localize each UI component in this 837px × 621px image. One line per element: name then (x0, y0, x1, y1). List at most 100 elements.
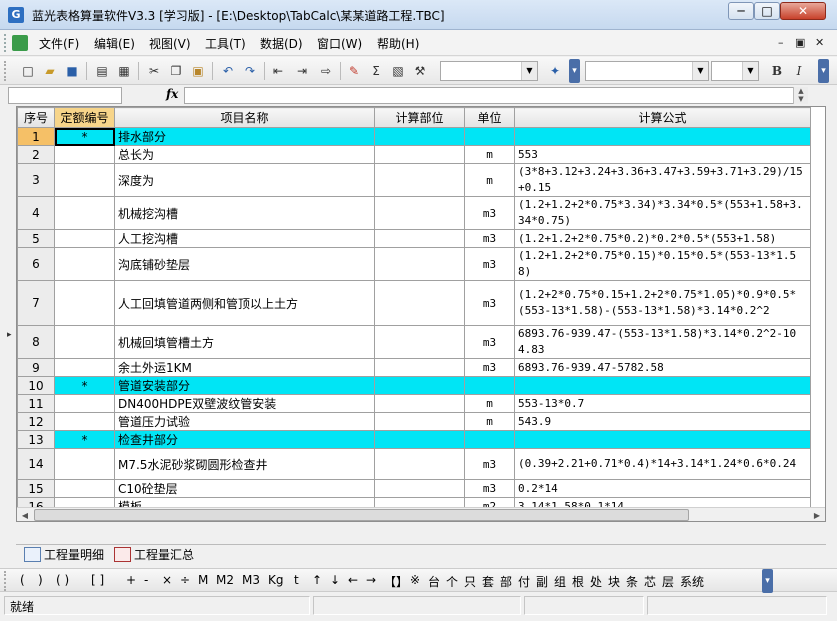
cell-quota[interactable] (54, 448, 115, 480)
cell-no[interactable]: 7 (17, 280, 55, 326)
cell-unit[interactable]: m3 (464, 479, 515, 498)
cell-no[interactable]: 14 (17, 448, 55, 480)
cell-part[interactable] (374, 280, 465, 326)
symbol-button[interactable]: 根 (572, 573, 584, 590)
section-row[interactable]: 10 * 管道安装部分 (17, 376, 811, 395)
symbol-button[interactable]: × (162, 573, 172, 587)
undo-icon[interactable]: ↶ (218, 61, 238, 81)
formula-spin-icon[interactable]: ▲ ▼ (793, 87, 808, 104)
cell-formula[interactable]: 6893.76-939.47-5782.58 (514, 358, 811, 377)
cell-formula[interactable]: 553-13*0.7 (514, 394, 811, 413)
cell-unit[interactable]: m3 (464, 448, 515, 480)
menu-view[interactable]: 视图(V) (149, 35, 191, 52)
cell-formula[interactable]: (1.2+2*0.75*0.15+1.2+2*0.75*1.05)*0.9*0.… (514, 280, 811, 326)
cell-name[interactable]: 人工回填管道两侧和管顶以上土方 (114, 280, 375, 326)
symbol-button[interactable]: ※ (410, 573, 420, 587)
cell-formula[interactable]: (1.2+1.2+2*0.75*0.15)*0.15*0.5*(553-13*1… (514, 247, 811, 281)
symbol-button[interactable]: 付 (518, 573, 530, 590)
cell-part[interactable] (374, 358, 465, 377)
cell-no[interactable]: 10 (17, 376, 55, 395)
menu-file[interactable]: 文件(F) (39, 35, 79, 52)
italic-button[interactable]: I (789, 61, 809, 81)
header-formula[interactable]: 计算公式 (514, 107, 811, 128)
mdi-restore-button[interactable]: ▣ (795, 36, 805, 49)
cell-name[interactable]: 检查井部分 (114, 430, 375, 449)
cell-unit[interactable]: m3 (464, 280, 515, 326)
open-folder-icon[interactable]: ▰ (40, 61, 60, 81)
font-size-combo[interactable]: ▼ (711, 61, 759, 81)
cell-part[interactable] (374, 394, 465, 413)
cell-no[interactable]: 3 (17, 163, 55, 197)
table-row[interactable]: 9 余土外运1KM m3 6893.76-939.47-5782.58 (17, 358, 811, 377)
toolbar-overflow-button[interactable]: ▾ (818, 59, 829, 83)
symbol-button[interactable]: M2 (216, 573, 234, 587)
minimize-button[interactable]: ─ (728, 2, 754, 20)
cell-unit[interactable]: m3 (464, 325, 515, 359)
symbol-button[interactable]: 层 (662, 573, 674, 590)
cell-no[interactable]: 4 (17, 196, 55, 230)
cell-no[interactable]: 8 (17, 325, 55, 359)
cell-name[interactable]: 深度为 (114, 163, 375, 197)
cell-no[interactable]: 5 (17, 229, 55, 248)
symbol-bar-grip[interactable] (4, 571, 7, 591)
table-row[interactable]: 5 人工挖沟槽 m3 (1.2+1.2+2*0.75*0.2)*0.2*0.5*(55… (17, 229, 811, 248)
table-row[interactable]: 2 总长为 m 553 (17, 145, 811, 164)
symbol-button[interactable]: 个 (446, 573, 458, 590)
cell-unit[interactable]: m3 (464, 247, 515, 281)
symbol-button[interactable]: ← (348, 573, 358, 587)
print-preview-icon[interactable]: ▤ (92, 61, 112, 81)
symbol-button[interactable]: + (126, 573, 136, 587)
symbol-button[interactable]: [ ] (91, 573, 104, 587)
tools-icon[interactable]: ⚒ (410, 61, 430, 81)
header-no[interactable]: 序号 (17, 107, 55, 128)
cell-quota[interactable] (54, 163, 115, 197)
cell-name[interactable]: 机械回填管槽土方 (114, 325, 375, 359)
cell-part[interactable] (374, 196, 465, 230)
symbol-button[interactable]: 块 (608, 573, 620, 590)
cell-formula[interactable]: (1.2+1.2+2*0.75*3.34)*3.34*0.5*(553+1.58… (514, 196, 811, 230)
menu-help[interactable]: 帮助(H) (377, 35, 419, 52)
table-row[interactable]: 12 管道压力试验 m 543.9 (17, 412, 811, 431)
style-combo[interactable]: ▼ (440, 61, 538, 81)
cell-quota[interactable] (54, 394, 115, 413)
cell-part[interactable] (374, 127, 465, 146)
symbol-button[interactable]: M3 (242, 573, 260, 587)
cell-unit[interactable]: m (464, 163, 515, 197)
calculator-icon[interactable]: ▧ (388, 61, 408, 81)
cell-part[interactable] (374, 325, 465, 359)
symbol-button[interactable]: ↓ (330, 573, 340, 587)
paste-icon[interactable]: ▣ (188, 61, 208, 81)
cell-no[interactable]: 15 (17, 479, 55, 498)
toolbar-grip[interactable] (4, 61, 7, 81)
symbol-button[interactable]: - (144, 573, 148, 587)
table-row[interactable]: 4 机械挖沟槽 m3 (1.2+1.2+2*0.75*3.34)*3.34*0.5*(… (17, 196, 811, 230)
menu-edit[interactable]: 编辑(E) (94, 35, 135, 52)
menu-tools[interactable]: 工具(T) (205, 35, 246, 52)
table-row[interactable]: 14 M7.5水泥砂浆砌圆形检查井 m3 (0.39+2.21+0.71*0.4)*1… (17, 448, 811, 480)
insert-child-row-icon[interactable]: ⇥ (292, 61, 312, 81)
symbol-button[interactable]: 条 (626, 573, 638, 590)
cell-quota[interactable] (54, 145, 115, 164)
cell-name[interactable]: DN400HDPE双壁波纹管安装 (114, 394, 375, 413)
table-row[interactable]: 3 深度为 m (3*8+3.12+3.24+3.36+3.47+3.59+3.71+… (17, 163, 811, 197)
cell-formula[interactable]: (3*8+3.12+3.24+3.36+3.47+3.59+3.71+3.29)… (514, 163, 811, 197)
symbol-button[interactable]: 部 (500, 573, 512, 590)
section-row[interactable]: 1 * 排水部分 (17, 127, 811, 146)
cell-unit[interactable]: m (464, 145, 515, 164)
chevron-down-icon[interactable]: ▼ (692, 62, 708, 80)
format-brush-icon[interactable]: ✎ (344, 61, 364, 81)
symbol-bar-overflow-button[interactable]: ▾ (762, 569, 773, 593)
symbol-button[interactable]: ( ) (56, 573, 69, 587)
cell-name[interactable]: 管道压力试验 (114, 412, 375, 431)
chevron-down-icon[interactable]: ▼ (742, 62, 758, 80)
cell-formula[interactable]: 543.9 (514, 412, 811, 431)
cell-part[interactable] (374, 430, 465, 449)
scroll-right-icon[interactable]: ▶ (809, 508, 825, 521)
symbol-button[interactable]: 副 (536, 573, 548, 590)
collapse-arrow-icon[interactable]: ▸ (7, 330, 15, 342)
font-name-combo[interactable]: ▼ (585, 61, 709, 81)
cell-unit[interactable]: m (464, 412, 515, 431)
header-item-name[interactable]: 项目名称 (114, 107, 375, 128)
cell-no[interactable]: 1 (17, 127, 55, 146)
header-calc-part[interactable]: 计算部位 (374, 107, 465, 128)
